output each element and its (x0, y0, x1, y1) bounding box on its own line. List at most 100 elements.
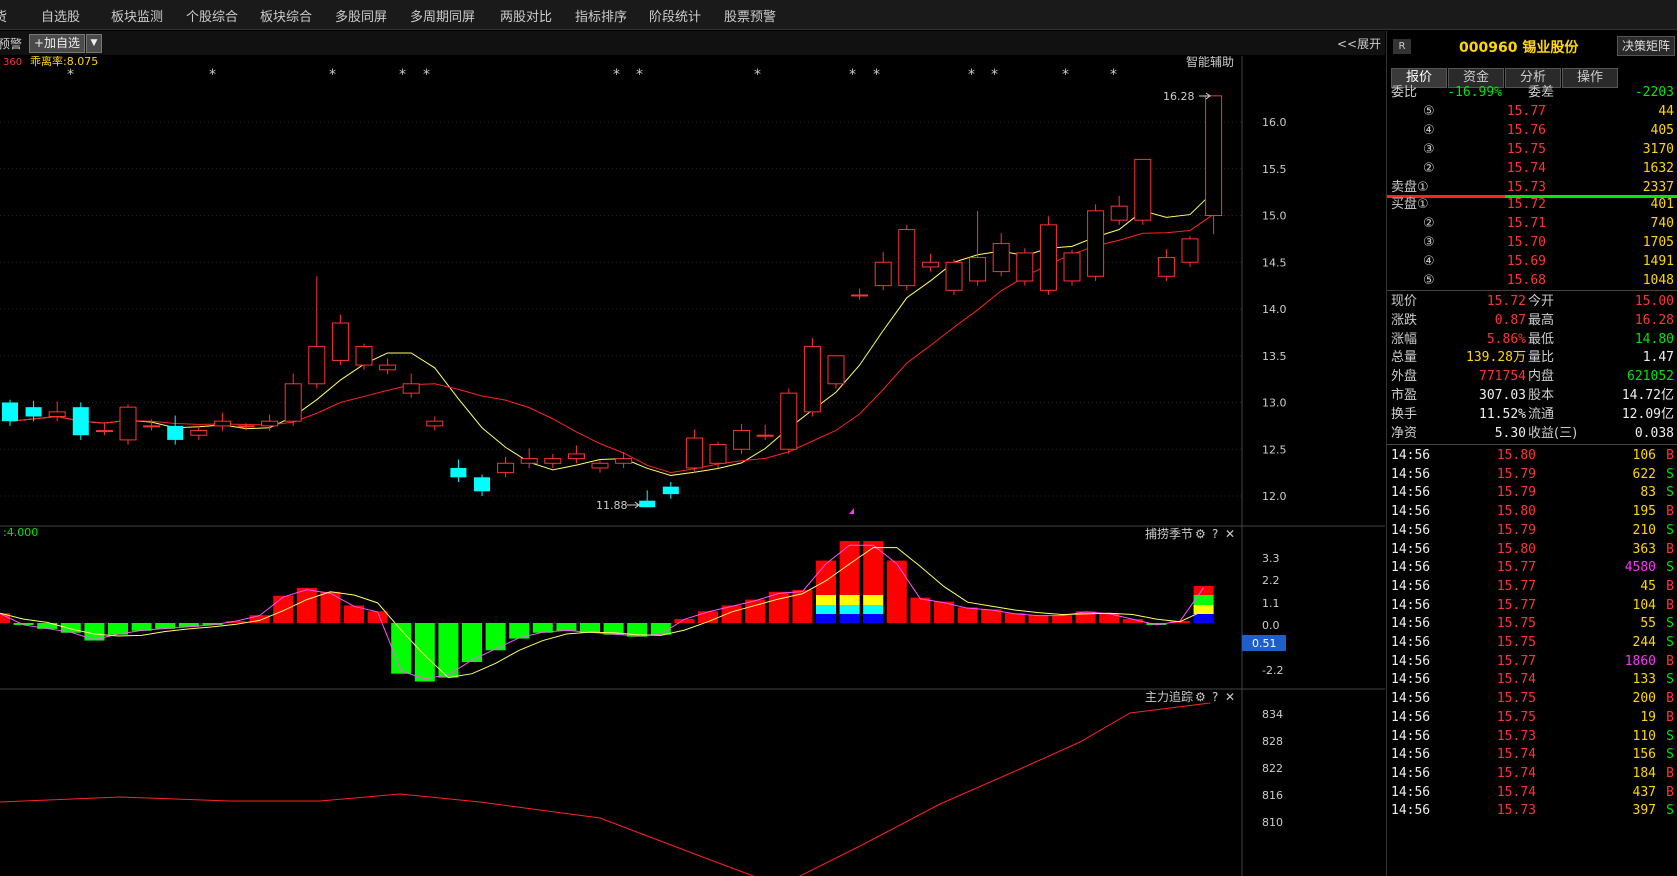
price-tick: 12.5 (1262, 443, 1287, 456)
candle-body-up (851, 294, 869, 297)
nav-item-0[interactable]: 货 (0, 6, 7, 25)
signal-star: * (67, 67, 74, 83)
sub1-close-icon[interactable]: ✕ (1225, 527, 1235, 541)
expand-button[interactable]: <<展开 (1337, 35, 1381, 52)
candle-body-up (1110, 205, 1128, 221)
bid-row: ⑤ 15.68 1048 (1387, 271, 1677, 290)
low-arrow (627, 501, 640, 509)
tick-price: 15.79 (1496, 466, 1536, 482)
tick-price: 15.75 (1496, 635, 1536, 650)
weibi-label: 委比 (1391, 85, 1418, 100)
nav-item-6[interactable]: 多周期同屏 (410, 6, 475, 25)
candle-body-down (72, 407, 89, 436)
sub2-tick: 822 (1262, 762, 1283, 775)
sub1-line-a (0, 544, 1205, 680)
ask-volume: 1632 (1642, 161, 1674, 176)
tick-price: 15.75 (1496, 709, 1536, 725)
chart-grid (0, 121, 1242, 497)
sub1-help-icon[interactable]: ? (1212, 527, 1218, 541)
smart-assist-label[interactable]: 智能辅助 (1186, 56, 1234, 69)
tick-row: 14:56 15.75 19 B (1387, 708, 1677, 727)
nav-item-7[interactable]: 两股对比 (500, 6, 552, 25)
tick-volume: 106 (1632, 448, 1656, 463)
add-favorite-dropdown[interactable]: ▼ (86, 34, 102, 53)
tick-price: 15.75 (1496, 691, 1536, 707)
candle-body-up (1205, 95, 1223, 216)
nav-item-3[interactable]: 个股综合 (186, 6, 238, 25)
signal-star: * (1110, 67, 1117, 83)
sub1-bar (1028, 615, 1049, 623)
candle-body-up (95, 430, 113, 433)
candle-body-down (639, 500, 656, 508)
sub1-settings-icon[interactable]: ⚙ (1195, 527, 1206, 541)
tick-row: 14:56 15.75 244 S (1387, 633, 1677, 652)
quote-label2: 内盘 (1528, 369, 1555, 385)
add-favorite-button[interactable]: +加自选 (29, 34, 85, 53)
tick-row: 14:56 15.75 55 S (1387, 614, 1677, 633)
candle-body-up (1134, 158, 1152, 221)
nav-item-10[interactable]: 股票预警 (724, 6, 776, 25)
signal-star: * (329, 67, 336, 83)
quote-label: 总量 (1391, 350, 1418, 366)
tick-time: 14:56 (1391, 747, 1431, 763)
tick-volume: 397 (1632, 803, 1656, 819)
stock-header: R 000960 锡业股份 决策矩阵 (1387, 31, 1677, 65)
tick-volume: 195 (1632, 504, 1656, 520)
quote-value: 5.30 (1494, 425, 1526, 441)
tick-row: 14:56 15.74 156 S (1387, 745, 1677, 764)
nav-item-9[interactable]: 阶段统计 (649, 6, 701, 25)
ask-level: ③ (1423, 142, 1435, 157)
quote-value: 15.72 (1486, 294, 1526, 309)
quote-value2: 16.28 (1634, 312, 1674, 328)
candle-body-up (544, 458, 562, 464)
bid-level: ② (1423, 216, 1435, 231)
candle-body-up (827, 355, 845, 385)
quote-label2: 最高 (1528, 312, 1555, 328)
nav-item-8[interactable]: 指标排序 (575, 6, 627, 25)
sub1-tick: 1.1 (1262, 597, 1280, 610)
sub2-close-icon[interactable]: ✕ (1225, 690, 1235, 704)
sub2-help-icon[interactable]: ? (1212, 690, 1218, 704)
tick-row: 14:56 15.75 200 B (1387, 689, 1677, 708)
tick-side: B (1666, 541, 1674, 557)
alert-label[interactable]: 预警 (0, 35, 22, 52)
sub2-tick: 828 (1262, 735, 1283, 748)
signal-star: * (968, 67, 975, 83)
bid-row: ④ 15.69 1491 (1387, 252, 1677, 271)
nav-item-5[interactable]: 多股同屏 (335, 6, 387, 25)
tick-time: 14:56 (1391, 504, 1431, 520)
high-annotation: 16.28 (1163, 90, 1195, 103)
nav-item-4[interactable]: 板块综合 (260, 6, 312, 25)
sub1-bar (462, 623, 482, 662)
sub1-bar (273, 595, 294, 623)
quote-row: 总量 139.28万 量比 1.47 (1387, 348, 1677, 367)
sub1-bar (1099, 613, 1120, 623)
candle-body-up (898, 229, 916, 287)
nav-item-2[interactable]: 板块监测 (111, 6, 163, 25)
bid-row: 买盘① 15.72 401 (1387, 195, 1677, 214)
bid-level: ④ (1423, 254, 1435, 269)
quote-value2: 14.72亿 (1621, 388, 1674, 403)
price-tick: 12.0 (1262, 490, 1287, 503)
sub1-mark (816, 605, 836, 614)
candle-body-up (426, 420, 444, 427)
tick-row: 14:56 15.77 45 B (1387, 577, 1677, 596)
candle-body-up (190, 430, 208, 436)
tick-row: 14:56 15.80 363 B (1387, 540, 1677, 559)
tick-volume: 133 (1632, 672, 1656, 688)
tick-row: 14:56 15.79 83 S (1387, 483, 1677, 502)
signal-star: * (399, 67, 406, 83)
sub2-axis: 834 828 822 816 810 (1262, 708, 1283, 829)
weicha-label: 委差 (1528, 85, 1555, 100)
candle-body-down (450, 467, 467, 478)
tick-row: 14:56 15.73 397 S (1387, 801, 1677, 820)
tick-row: 14:56 15.77 104 B (1387, 596, 1677, 615)
candle-body-up (591, 462, 609, 469)
kline-chart[interactable]: 360 乖离率:8.075 智能辅助 * * * * * * * * * * * * * * 16.0 15… (0, 56, 1385, 876)
decision-matrix-button[interactable]: 决策矩阵 (1617, 36, 1675, 56)
nav-item-1[interactable]: 自选股 (41, 6, 80, 25)
sub1-bar (957, 607, 978, 623)
signal-star: * (991, 67, 998, 83)
bid-row: ③ 15.70 1705 (1387, 233, 1677, 252)
sub2-settings-icon[interactable]: ⚙ (1195, 690, 1206, 704)
